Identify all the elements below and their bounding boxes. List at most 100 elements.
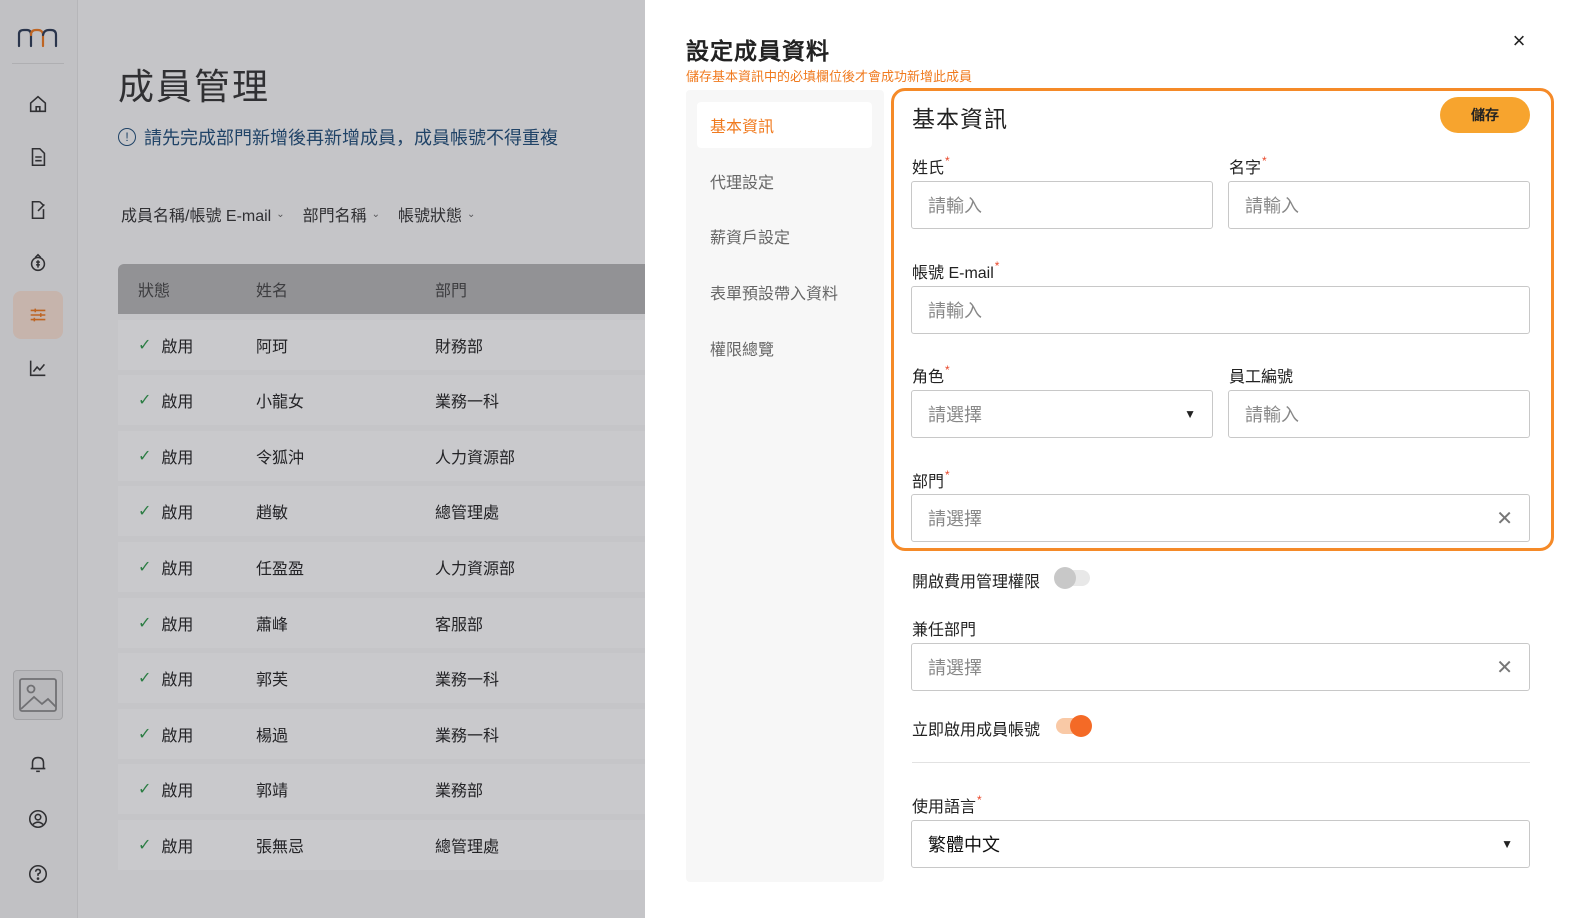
save-button[interactable]: 儲存 xyxy=(1440,97,1530,133)
table-row[interactable]: ✓ 啟用 郭芙 業務一科 xyxy=(118,653,645,704)
filter-status[interactable]: 帳號狀態 ⌄ xyxy=(398,202,475,226)
check-icon: ✓ xyxy=(138,725,152,743)
nav-documents[interactable] xyxy=(13,133,63,181)
members-table: 狀態 姓名 部門 ✓ 啟用 阿珂 財務部 ✓ 啟用 小龍女 業務一科 ✓ 啟用 令狐沖 人力資源部 ✓ 啟… xyxy=(118,264,645,870)
filter-department[interactable]: 部門名稱 ⌄ xyxy=(303,202,380,226)
column-header-dept[interactable]: 部門 xyxy=(435,277,645,301)
name-cell: 小龍女 xyxy=(256,394,305,412)
table-row[interactable]: ✓ 啟用 張無忌 總管理處 xyxy=(118,819,645,870)
table-row[interactable]: ✓ 啟用 任盈盈 人力資源部 xyxy=(118,541,645,592)
role-label: 角色* xyxy=(912,363,950,386)
section-title: 基本資訊 xyxy=(912,106,1008,132)
placeholder: 請選擇 xyxy=(928,509,982,529)
status-cell: ✓ 啟用 xyxy=(118,833,256,857)
last-name-field[interactable]: 請輸入 xyxy=(911,181,1213,229)
nav-settings[interactable] xyxy=(13,291,63,339)
close-icon[interactable]: × xyxy=(1507,28,1531,53)
tab-form-defaults[interactable]: 表單預設帶入資料 xyxy=(697,269,872,315)
filter-member[interactable]: 成員名稱/帳號 E-mail ⌄ xyxy=(121,202,285,226)
settings-sliders-icon xyxy=(30,308,46,322)
tab-proxy[interactable]: 代理設定 xyxy=(697,158,872,204)
activate-account-toggle[interactable] xyxy=(1056,715,1092,737)
table-row[interactable]: ✓ 啟用 郭靖 業務部 xyxy=(118,764,645,815)
status-cell: ✓ 啟用 xyxy=(118,777,256,801)
clear-icon[interactable]: ✕ xyxy=(1496,655,1513,680)
status-cell: ✓ 啟用 xyxy=(118,388,256,412)
profile-image[interactable] xyxy=(13,670,63,720)
tab-salary-account[interactable]: 薪資戶設定 xyxy=(697,213,872,259)
dept-cell: 人力資源部 xyxy=(435,560,516,578)
language-label: 使用語言* xyxy=(912,793,982,816)
name-cell: 蕭峰 xyxy=(256,616,289,634)
placeholder: 請輸入 xyxy=(928,301,982,321)
name-cell: 郭芙 xyxy=(256,672,289,690)
name-cell: 楊過 xyxy=(256,727,289,745)
last-name-label: 姓氏* xyxy=(912,154,950,177)
table-row[interactable]: ✓ 啟用 趙敏 總管理處 xyxy=(118,486,645,537)
column-header-name[interactable]: 姓名 xyxy=(256,277,435,301)
nav-notifications[interactable] xyxy=(13,740,63,788)
status-text: 啟用 xyxy=(161,338,194,356)
status-text: 啟用 xyxy=(161,449,194,467)
status-text: 啟用 xyxy=(161,394,194,412)
nav-help[interactable] xyxy=(13,850,63,898)
name-cell: 任盈盈 xyxy=(256,560,305,578)
concurrent-dept-select[interactable]: 請選擇 ✕ xyxy=(911,643,1530,691)
check-icon: ✓ xyxy=(138,503,152,521)
table-row[interactable]: ✓ 啟用 小龍女 業務一科 xyxy=(118,375,645,426)
drawer-tabs: 基本資訊 代理設定 薪資戶設定 表單預設帶入資料 權限總覽 xyxy=(686,90,884,882)
department-select[interactable]: 請選擇 ✕ xyxy=(911,494,1530,542)
filter-label: 成員名稱/帳號 E-mail xyxy=(121,208,272,225)
logo-icon[interactable] xyxy=(17,26,61,50)
nav-money[interactable] xyxy=(13,239,63,287)
role-select[interactable]: 請選擇 ▼ xyxy=(911,390,1213,438)
chart-icon xyxy=(29,360,46,377)
table-row[interactable]: ✓ 啟用 令狐沖 人力資源部 xyxy=(118,430,645,481)
name-cell: 令狐沖 xyxy=(256,449,305,467)
activate-account-label: 立即啟用成員帳號 xyxy=(912,722,1041,739)
placeholder: 請選擇 xyxy=(928,658,982,678)
expense-admin-toggle[interactable] xyxy=(1054,567,1090,589)
filter-label: 部門名稱 xyxy=(302,208,367,225)
nav-file-edit[interactable] xyxy=(13,186,63,234)
check-icon: ✓ xyxy=(138,781,152,799)
check-icon: ✓ xyxy=(138,558,152,576)
status-cell: ✓ 啟用 xyxy=(118,611,256,635)
chevron-down-icon: ⌄ xyxy=(276,208,285,220)
concurrent-dept-label: 兼任部門 xyxy=(912,622,977,639)
money-icon xyxy=(30,253,46,272)
nav-home[interactable] xyxy=(13,80,63,128)
file-edit-icon xyxy=(31,200,45,220)
name-cell: 張無忌 xyxy=(256,838,305,856)
notice-text: 請先完成部門新增後再新增成員，成員帳號不得重複 xyxy=(144,128,558,148)
table-row[interactable]: ✓ 啟用 蕭峰 客服部 xyxy=(118,597,645,648)
nav-account[interactable] xyxy=(13,795,63,843)
placeholder: 請輸入 xyxy=(928,196,982,216)
clear-icon[interactable]: ✕ xyxy=(1496,506,1513,531)
employee-id-label: 員工編號 xyxy=(1229,369,1294,386)
first-name-label: 名字* xyxy=(1229,154,1267,177)
caret-down-icon: ▼ xyxy=(1501,837,1513,851)
dept-cell: 總管理處 xyxy=(435,838,500,856)
document-icon xyxy=(31,147,46,167)
employee-id-field[interactable]: 請輸入 xyxy=(1228,390,1530,438)
language-select[interactable]: 繁體中文 ▼ xyxy=(911,820,1530,868)
status-cell: ✓ 啟用 xyxy=(118,722,256,746)
column-header-status[interactable]: 狀態 xyxy=(118,277,256,301)
tab-basic-info[interactable]: 基本資訊 xyxy=(697,102,872,148)
name-cell: 郭靖 xyxy=(256,783,289,801)
nav-reports[interactable] xyxy=(13,344,63,392)
chevron-down-icon: ⌄ xyxy=(467,208,476,220)
check-icon: ✓ xyxy=(138,336,152,354)
email-field[interactable]: 請輸入 xyxy=(911,286,1530,334)
table-row[interactable]: ✓ 啟用 楊過 業務一科 xyxy=(118,708,645,759)
tab-permissions[interactable]: 權限總覽 xyxy=(697,325,872,371)
table-row[interactable]: ✓ 啟用 阿珂 財務部 xyxy=(118,319,645,370)
section-divider xyxy=(912,762,1530,763)
expense-admin-label: 開啟費用管理權限 xyxy=(912,574,1041,591)
dept-cell: 人力資源部 xyxy=(435,449,516,467)
image-placeholder-icon xyxy=(19,678,57,712)
page-title: 成員管理 xyxy=(118,66,271,107)
first-name-field[interactable]: 請輸入 xyxy=(1228,181,1530,229)
status-cell: ✓ 啟用 xyxy=(118,499,256,523)
